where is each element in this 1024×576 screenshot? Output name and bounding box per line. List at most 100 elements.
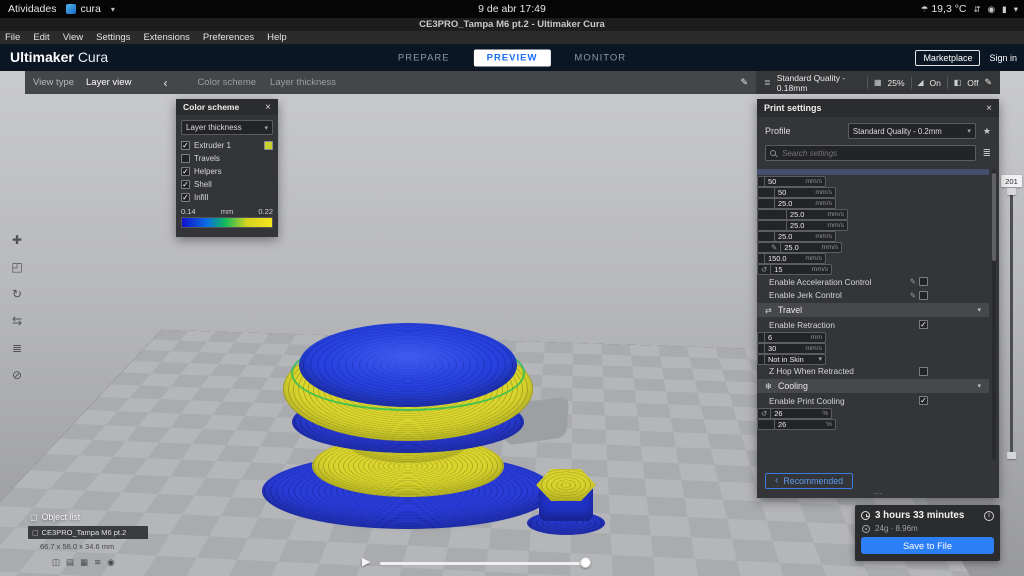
- setting-value-field[interactable]: 25.0mm/s: [780, 242, 842, 253]
- setting-value-field[interactable]: 30mm/s: [764, 343, 826, 354]
- close-icon[interactable]: ×: [265, 102, 271, 113]
- tab-prepare[interactable]: PREPARE: [398, 52, 450, 63]
- setting-row-combing-mode[interactable]: Combing ModeNot in Skin▾: [757, 354, 819, 365]
- layer-slider-top-handle[interactable]: [1007, 188, 1016, 195]
- layer-slider-track[interactable]: [1010, 190, 1013, 458]
- profile-dropdown[interactable]: Standard Quality - 0.2mm ▾: [848, 123, 976, 139]
- setting-row-enable-jerk-control[interactable]: Enable Jerk Control✎: [757, 289, 989, 303]
- system-tray[interactable]: ☂ 19,3 °C ⇵ ◉ ▮ ▾: [921, 0, 1018, 18]
- network-icon[interactable]: ⇵: [973, 4, 980, 15]
- battery-icon[interactable]: ▮: [1002, 4, 1007, 15]
- menu-view[interactable]: View: [63, 32, 83, 43]
- setting-row-support-speed[interactable]: Support Speed✎25.0mm/s: [757, 242, 819, 253]
- panel-resize-handle[interactable]: ⋯: [757, 491, 999, 498]
- setting-value-field[interactable]: 6mm: [764, 332, 826, 343]
- scrollbar-thumb[interactable]: [992, 173, 996, 261]
- setting-row-enable-print-cooling[interactable]: Enable Print Cooling✓: [757, 394, 989, 408]
- marketplace-button[interactable]: Marketplace: [915, 50, 980, 66]
- setting-row-travel-speed[interactable]: Travel Speed150.0mm/s: [757, 253, 819, 264]
- collapse-chevron-icon[interactable]: ‹: [163, 76, 167, 90]
- tool-scale[interactable]: ◰: [5, 255, 29, 278]
- color-scheme-value[interactable]: Layer thickness: [270, 77, 336, 88]
- reset-icon[interactable]: ↺: [761, 409, 767, 418]
- checkbox-infill[interactable]: ✓: [181, 193, 190, 202]
- simulation-slider-handle[interactable]: [580, 557, 591, 568]
- object-list-item[interactable]: ▢ CE3PRO_Tampa M6 pt.2: [28, 526, 148, 539]
- menu-edit[interactable]: Edit: [33, 32, 49, 43]
- search-input[interactable]: [780, 148, 971, 159]
- settings-category-cooling[interactable]: ✻Cooling▾: [757, 379, 989, 393]
- settings-category-travel[interactable]: ⇄Travel▾: [757, 303, 989, 317]
- settings-summary-bar[interactable]: ≣ Standard Quality - 0.18mm ▦ 25% ◢ On ◧…: [756, 71, 1000, 94]
- menu-settings[interactable]: Settings: [96, 32, 130, 43]
- setting-value-field[interactable]: 26%: [774, 419, 836, 430]
- pencil-icon[interactable]: ✎: [740, 77, 748, 88]
- menu-extensions[interactable]: Extensions: [143, 32, 189, 43]
- info-icon[interactable]: i: [984, 511, 994, 521]
- setting-value-field[interactable]: 150.0mm/s: [764, 253, 826, 264]
- setting-visibility-menu-icon[interactable]: ≣: [983, 148, 991, 159]
- setting-row-z-hop-when-retracted[interactable]: Z Hop When Retracted: [757, 365, 989, 379]
- close-icon[interactable]: ×: [986, 103, 992, 114]
- tool-support-blocker[interactable]: ⊘: [5, 363, 29, 386]
- setting-row-print-speed[interactable]: Print Speed50mm/s: [757, 176, 819, 187]
- tab-preview[interactable]: PREVIEW: [474, 49, 551, 66]
- setting-row-enable-acceleration-control[interactable]: Enable Acceleration Control✎: [757, 275, 989, 289]
- tool-move[interactable]: ✚: [5, 228, 29, 251]
- setting-row-top-bottom-speed[interactable]: Top/Bottom Speed25.0mm/s: [757, 231, 819, 242]
- object-list-toggle[interactable]: ▢ Object list: [30, 512, 80, 522]
- checkbox-extruder-1[interactable]: ✓: [181, 141, 190, 150]
- footer-icon-2[interactable]: ▤: [66, 557, 74, 568]
- footer-icon-4[interactable]: ≋: [94, 557, 101, 568]
- volume-icon[interactable]: ◉: [988, 4, 995, 15]
- menu-preferences[interactable]: Preferences: [203, 32, 254, 43]
- activities-button[interactable]: Atividades: [8, 3, 56, 15]
- setting-row-initial-layer-speed[interactable]: Initial Layer Speed↺15mm/s: [757, 264, 819, 275]
- menu-help[interactable]: Help: [267, 32, 287, 43]
- setting-row-outer-wall-speed[interactable]: Outer Wall Speed25.0mm/s: [757, 209, 819, 220]
- setting-row-fan-speed[interactable]: Fan Speed↺26%: [757, 408, 819, 419]
- save-to-file-button[interactable]: Save to File: [861, 537, 994, 554]
- print-settings-header[interactable]: Print settings ×: [757, 99, 999, 117]
- play-button[interactable]: ▶: [362, 555, 370, 568]
- setting-combo[interactable]: Not in Skin▾: [764, 354, 826, 365]
- settings-category-speed-partial[interactable]: [757, 169, 989, 175]
- model-nut[interactable]: [520, 466, 610, 536]
- sign-in-button[interactable]: Sign in: [989, 53, 1017, 63]
- tool-per-model-settings[interactable]: ≣: [5, 336, 29, 359]
- tool-mirror[interactable]: ⇆: [5, 309, 29, 332]
- layer-slider-bottom-handle[interactable]: [1007, 452, 1016, 459]
- setting-checkbox[interactable]: ✓: [919, 396, 928, 405]
- scheme-dropdown[interactable]: Layer thickness ▾: [181, 120, 273, 135]
- checkbox-travels[interactable]: [181, 154, 190, 163]
- star-icon[interactable]: ★: [983, 126, 991, 137]
- footer-icon-5[interactable]: ◉: [107, 557, 114, 568]
- current-layer-indicator[interactable]: 201: [1001, 175, 1022, 187]
- view-type-dropdown[interactable]: Layer view: [86, 77, 131, 88]
- color-scheme-panel-header[interactable]: Color scheme ×: [176, 99, 278, 115]
- checkbox-helpers[interactable]: ✓: [181, 167, 190, 176]
- footer-icon-1[interactable]: ◫: [52, 557, 60, 568]
- setting-value-field[interactable]: 50mm/s: [764, 176, 826, 187]
- reset-icon[interactable]: ↺: [761, 265, 767, 274]
- setting-checkbox[interactable]: [919, 277, 928, 286]
- setting-row-inner-wall-speed[interactable]: Inner Wall Speed25.0mm/s: [757, 220, 819, 231]
- checkbox-shell[interactable]: ✓: [181, 180, 190, 189]
- app-menu[interactable]: cura ▾: [66, 3, 114, 15]
- pencil-icon[interactable]: ✎: [984, 77, 992, 88]
- setting-value-field[interactable]: 25.0mm/s: [786, 209, 848, 220]
- setting-row-infill-speed[interactable]: Infill Speed50mm/s: [757, 187, 819, 198]
- setting-value-field[interactable]: 15mm/s: [770, 264, 832, 275]
- setting-value-field[interactable]: 25.0mm/s: [786, 220, 848, 231]
- setting-row-retraction-distance[interactable]: Retraction Distance6mm: [757, 332, 819, 343]
- setting-value-field[interactable]: 50mm/s: [774, 187, 836, 198]
- setting-value-field[interactable]: 26%: [770, 408, 832, 419]
- simulation-slider-track[interactable]: [380, 562, 586, 565]
- tool-rotate[interactable]: ↻: [5, 282, 29, 305]
- chevron-down-icon[interactable]: ▾: [1014, 4, 1018, 15]
- setting-checkbox[interactable]: ✓: [919, 320, 928, 329]
- recommended-mode-button[interactable]: ‹ Recommended: [765, 473, 853, 489]
- setting-checkbox[interactable]: [919, 367, 928, 376]
- menu-file[interactable]: File: [5, 32, 20, 43]
- setting-value-field[interactable]: 25.0mm/s: [774, 231, 836, 242]
